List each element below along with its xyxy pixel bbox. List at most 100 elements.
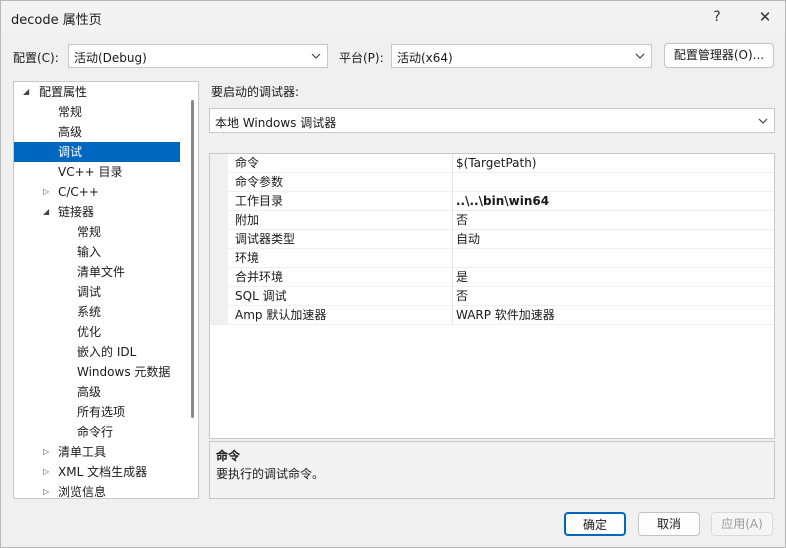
property-row-command[interactable]: 命令 $(TargetPath) [210,154,774,173]
tree-item-label: Windows 元数据 [77,365,171,379]
property-grid: 命令 $(TargetPath) 命令参数 工作目录 ..\..\bin\win… [209,153,775,439]
property-value[interactable]: WARP 软件加速器 [456,306,555,325]
expand-icon[interactable]: ▷ [43,482,53,498]
tree-item-advanced[interactable]: 高级 [14,122,180,142]
description-pane: 命令 要执行的调试命令。 [209,441,775,499]
tree-item-label: 优化 [77,325,102,339]
tree-item-label: XML 文档生成器 [58,465,148,479]
tree-item-config-properties[interactable]: ◢ 配置属性 [14,82,180,102]
tree-item-label: 系统 [77,305,102,319]
help-button[interactable]: ? [705,5,729,29]
tree-item-linker-all-options[interactable]: 所有选项 [14,402,180,422]
property-name: SQL 调试 [235,289,287,303]
description-text: 要执行的调试命令。 [216,467,325,481]
tree-item-label: 清单文件 [77,265,126,279]
property-row-merge-environment[interactable]: 合并环境 是 [210,268,774,287]
expand-icon[interactable]: ▷ [43,442,53,462]
tree-item-linker-debugging[interactable]: 调试 [14,282,180,302]
property-name: 命令参数 [235,175,284,189]
tree-item-label: VC++ 目录 [58,165,123,179]
tree-item-label: C/C++ [58,185,99,199]
tree-scrollbar[interactable] [191,100,194,418]
property-name: 附加 [235,213,260,227]
tree-item-label: 所有选项 [77,405,126,419]
tree-item-label: 命令行 [77,425,114,439]
chevron-down-icon [311,53,321,59]
config-dropdown-value: 活动(Debug) [74,51,147,65]
tree-item-manifest-tool[interactable]: ▷ 清单工具 [14,442,180,462]
tree-item-c-cpp[interactable]: ▷ C/C++ [14,182,180,202]
collapse-icon[interactable]: ◢ [43,202,53,222]
property-name: 调试器类型 [235,232,296,246]
property-tree: ◢ 配置属性 常规 高级 调试 VC++ 目录 ▷ C/C++ ◢ 链接器 常规… [13,81,199,499]
property-name: 工作目录 [235,194,284,208]
tree-item-xml-doc-generator[interactable]: ▷ XML 文档生成器 [14,462,180,482]
tree-item-label: 嵌入的 IDL [77,345,137,359]
tree-item-linker-manifest-file[interactable]: 清单文件 [14,262,180,282]
collapse-icon[interactable]: ◢ [23,82,33,102]
property-name: 命令 [235,156,260,170]
tree-item-label: 浏览信息 [58,485,107,499]
tree-item-browse-information[interactable]: ▷ 浏览信息 [14,482,180,499]
tree-item-label: 输入 [77,245,102,259]
expand-icon[interactable]: ▷ [43,462,53,482]
property-name: Amp 默认加速器 [235,308,327,322]
expand-icon[interactable]: ▷ [43,182,53,202]
debugger-dropdown[interactable]: 本地 Windows 调试器 [209,108,775,133]
chevron-down-icon [635,53,645,59]
tree-item-vc-directories[interactable]: VC++ 目录 [14,162,180,182]
apply-button[interactable]: 应用(A) [711,512,773,536]
description-title: 命令 [216,449,241,463]
property-value[interactable]: 否 [456,211,468,230]
property-value[interactable]: $(TargetPath) [456,154,536,173]
tree-item-label: 链接器 [58,205,95,219]
config-dropdown[interactable]: 活动(Debug) [68,44,328,68]
property-value[interactable]: 否 [456,287,468,306]
tree-item-linker-system[interactable]: 系统 [14,302,180,322]
property-pages-dialog: decode 属性页 ? ✕ 配置(C): 活动(Debug) 平台(P): 活… [0,0,786,548]
property-name: 合并环境 [235,270,284,284]
property-value[interactable]: 自动 [456,230,480,249]
debugger-dropdown-value: 本地 Windows 调试器 [215,116,337,130]
tree-item-general[interactable]: 常规 [14,102,180,122]
property-row-attach[interactable]: 附加 否 [210,211,774,230]
ok-button[interactable]: 确定 [564,512,626,536]
tree-item-linker[interactable]: ◢ 链接器 [14,202,180,222]
property-row-amp-default-accelerator[interactable]: Amp 默认加速器 WARP 软件加速器 [210,306,774,325]
tree-item-linker-input[interactable]: 输入 [14,242,180,262]
property-row-sql-debugging[interactable]: SQL 调试 否 [210,287,774,306]
cancel-button[interactable]: 取消 [638,512,700,536]
property-row-working-directory[interactable]: 工作目录 ..\..\bin\win64 [210,192,774,211]
property-row-command-arguments[interactable]: 命令参数 [210,173,774,192]
tree-item-label: 配置属性 [39,85,88,99]
property-value[interactable]: 是 [456,268,468,287]
title-bar: decode 属性页 ? ✕ [1,1,785,33]
property-name: 环境 [235,251,260,265]
close-button[interactable]: ✕ [753,5,777,29]
property-row-environment[interactable]: 环境 [210,249,774,268]
tree-item-linker-embedded-idl[interactable]: 嵌入的 IDL [14,342,180,362]
property-value[interactable]: ..\..\bin\win64 [456,192,549,211]
platform-dropdown[interactable]: 活动(x64) [391,44,652,68]
chevron-down-icon [758,118,768,124]
tree-item-debugging[interactable]: 调试 [14,142,180,162]
config-label: 配置(C): [13,51,59,65]
tree-item-linker-advanced[interactable]: 高级 [14,382,180,402]
tree-item-linker-optimization[interactable]: 优化 [14,322,180,342]
tree-item-label: 常规 [77,225,102,239]
window-title: decode 属性页 [11,13,102,28]
tree-item-label: 高级 [58,125,83,139]
tree-item-label: 常规 [58,105,83,119]
tree-item-label: 高级 [77,385,102,399]
tree-item-linker-windows-metadata[interactable]: Windows 元数据 [14,362,180,382]
tree-item-label: 调试 [58,145,83,159]
debugger-label: 要启动的调试器: [211,85,300,99]
platform-dropdown-value: 活动(x64) [397,51,453,65]
tree-item-label: 清单工具 [58,445,107,459]
tree-item-label: 调试 [77,285,102,299]
property-row-debugger-type[interactable]: 调试器类型 自动 [210,230,774,249]
platform-label: 平台(P): [339,51,384,65]
tree-item-linker-general[interactable]: 常规 [14,222,180,242]
tree-item-linker-command-line[interactable]: 命令行 [14,422,180,442]
configuration-manager-button[interactable]: 配置管理器(O)... [664,43,774,68]
